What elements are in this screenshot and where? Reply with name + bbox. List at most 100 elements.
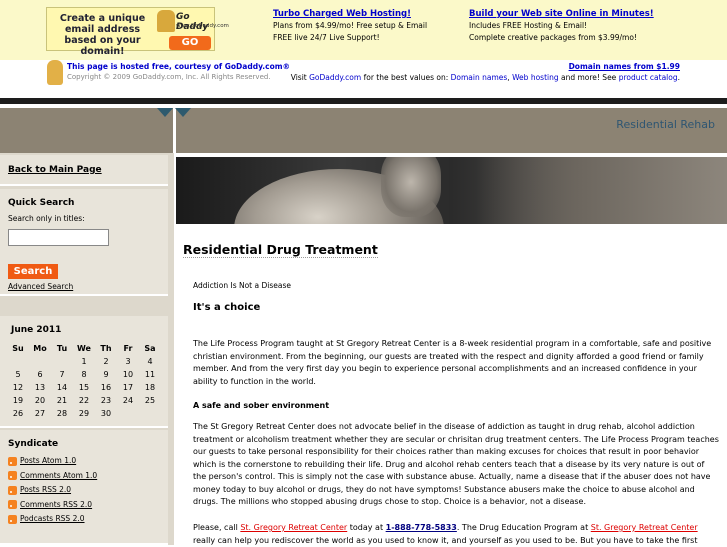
syndicate-label: Comments Atom 1.0: [20, 470, 98, 480]
calendar-day: 16: [100, 383, 112, 392]
search-input[interactable]: [8, 229, 109, 246]
visit-line: Visit GoDaddy.com for the best values on…: [291, 73, 680, 82]
calendar-day: 13: [34, 383, 46, 392]
website-builder-ad-line1: Includes FREE Hosting & Email!: [469, 21, 588, 30]
calendar-day: 4: [147, 357, 153, 366]
hosting-ad-line1: Plans from $4.99/mo! Free setup & Email: [273, 21, 428, 30]
visit-and-more: and more! See: [558, 73, 619, 82]
calendar-day: 27: [34, 409, 46, 418]
calendar-day: 29: [78, 409, 90, 418]
go-button[interactable]: GO: [169, 36, 211, 50]
calendar-weekday: We: [77, 344, 91, 353]
domain-names-offer-link[interactable]: Domain names from $1.99: [569, 62, 680, 71]
calendar-day: [7, 355, 29, 368]
rss-feed-icon: [8, 471, 17, 480]
copyright: Copyright © 2009 GoDaddy.com, Inc. All R…: [67, 73, 271, 81]
post-subtitle: Addiction Is Not a Disease: [193, 281, 291, 290]
site-header: Residential Rehab: [0, 108, 727, 153]
calendar-week: 19 20 21 22 23 24 25: [7, 394, 161, 407]
calendar-day: 6: [37, 370, 43, 379]
post-title[interactable]: Residential Drug Treatment: [183, 242, 378, 258]
photo-hand-shape: [381, 157, 441, 217]
calendar-weekday: Sa: [144, 344, 156, 353]
retreat-center-link-2[interactable]: St. Gregory Retreat Center: [591, 523, 698, 532]
calendar-weekday: Mo: [33, 344, 47, 353]
calendar-day: 14: [56, 383, 68, 392]
calendar-day: 9: [103, 370, 109, 379]
calendar-weekdays: Su Mo Tu We Th Fr Sa: [7, 342, 161, 355]
quick-search-title: Quick Search: [8, 198, 75, 208]
website-builder-ad-link[interactable]: Build your Web site Online in Minutes!: [469, 8, 654, 20]
web-hosting-link[interactable]: Web hosting: [512, 73, 559, 82]
syndicate-label: Comments RSS 2.0: [20, 499, 93, 509]
visit-mid: for the best values on:: [361, 73, 451, 82]
syndicate-item[interactable]: Comments Atom 1.0: [8, 470, 98, 480]
retreat-center-link-1[interactable]: St. Gregory Retreat Center: [240, 523, 347, 532]
domain-names-link[interactable]: Domain names: [451, 73, 508, 82]
godaddy-logo: Go Daddy www.GoDaddy.com: [157, 10, 229, 34]
hosting-ad-line2: FREE live 24/7 Live Support!: [273, 33, 380, 42]
godaddy-email-banner[interactable]: Create a unique email address based on y…: [46, 7, 229, 57]
calendar-day: 30: [100, 409, 112, 418]
godaddy-mascot-icon: [157, 10, 175, 32]
calendar-day: 18: [144, 383, 156, 392]
search-button[interactable]: Search: [8, 264, 58, 279]
header-photo: [176, 157, 727, 224]
calendar-box: June 2011 Su Mo Tu We Th Fr Sa 1 2 3 4 5 6 7 8 9 10 11 12…: [0, 316, 168, 428]
calendar-day: 5: [15, 370, 21, 379]
calendar-day: 15: [78, 383, 90, 392]
calendar-day: 24: [122, 396, 134, 405]
calendar-day: 26: [12, 409, 24, 418]
section-heading-safe: A safe and sober environment: [193, 401, 330, 410]
hosting-ad: Turbo Charged Web Hosting! Plans from $4…: [273, 8, 427, 44]
advanced-search-link[interactable]: Advanced Search: [8, 282, 73, 291]
sidebar: Back to Main Page Quick Search Search on…: [0, 153, 174, 545]
quick-search-box: Quick Search Search only in titles: Sear…: [0, 189, 168, 296]
calendar-day: 19: [12, 396, 24, 405]
calendar-day: [51, 355, 73, 368]
header-notch-icon: [175, 108, 191, 117]
call-text-d: really can help you rediscover the world…: [193, 535, 698, 545]
godaddy-link[interactable]: GoDaddy.com: [225, 62, 283, 71]
calendar-week: 1 2 3 4: [7, 355, 161, 368]
website-builder-ad: Build your Web site Online in Minutes! I…: [469, 8, 654, 44]
syndicate-item[interactable]: Posts RSS 2.0: [8, 485, 71, 495]
godaddy-logo-url: www.GoDaddy.com: [176, 23, 229, 29]
visit-godaddy-link[interactable]: GoDaddy.com: [309, 73, 361, 82]
visit-prefix: Visit: [290, 73, 310, 82]
hosted-prefix: This page is hosted free, courtesy of: [67, 62, 225, 71]
syndicate-title: Syndicate: [8, 439, 59, 449]
rss-feed-icon: [8, 456, 17, 466]
registered-mark: ®: [282, 62, 291, 71]
calendar-day: 8: [81, 370, 87, 379]
hosted-notice: This page is hosted free, courtesy of Go…: [0, 60, 727, 90]
website-builder-ad-line2: Complete creative packages from $3.99/mo…: [469, 33, 637, 42]
calendar-days: 1 2 3 4 5 6 7 8 9 10 11 12 13 14 15 16 17 18 19 20 21 22 23 24 2…: [7, 355, 161, 420]
phone-link[interactable]: 1-888-778-5833: [386, 523, 457, 532]
syndicate-item[interactable]: Comments RSS 2.0: [8, 499, 93, 509]
calendar-day: 12: [12, 383, 24, 392]
calendar-day: 28: [56, 409, 68, 418]
calendar-weekday: Tu: [56, 344, 68, 353]
calendar-weekday: Fr: [123, 344, 133, 353]
calendar-day: [117, 407, 139, 420]
syndicate-item[interactable]: Posts Atom 1.0: [8, 456, 76, 466]
call-text-b: today at: [347, 523, 386, 532]
paragraph-disease: The St Gregory Retreat Center does not a…: [193, 422, 719, 506]
site-title[interactable]: Residential Rehab: [616, 118, 715, 131]
paragraph-call: Please, call St. Gregory Retreat Center …: [193, 522, 719, 547]
ad-bar: Create a unique email address based on y…: [0, 0, 727, 60]
syndicate-item[interactable]: Podcasts RSS 2.0: [8, 514, 85, 524]
calendar-week: 26 27 28 29 30: [7, 407, 161, 420]
syndicate-label: Posts RSS 2.0: [20, 485, 72, 494]
calendar-day: 1: [81, 357, 87, 366]
godaddy-logo-text: Go Daddy: [176, 12, 209, 32]
calendar-day: 22: [78, 396, 90, 405]
back-to-main-link[interactable]: Back to Main Page: [8, 165, 102, 175]
product-catalog-link[interactable]: product catalog: [619, 73, 678, 82]
calendar-day: [29, 355, 51, 368]
hosting-ad-link[interactable]: Turbo Charged Web Hosting!: [273, 8, 427, 20]
hosted-line: This page is hosted free, courtesy of Go…: [67, 62, 290, 71]
calendar-day: 10: [122, 370, 134, 379]
calendar-week: 5 6 7 8 9 10 11: [7, 368, 161, 381]
